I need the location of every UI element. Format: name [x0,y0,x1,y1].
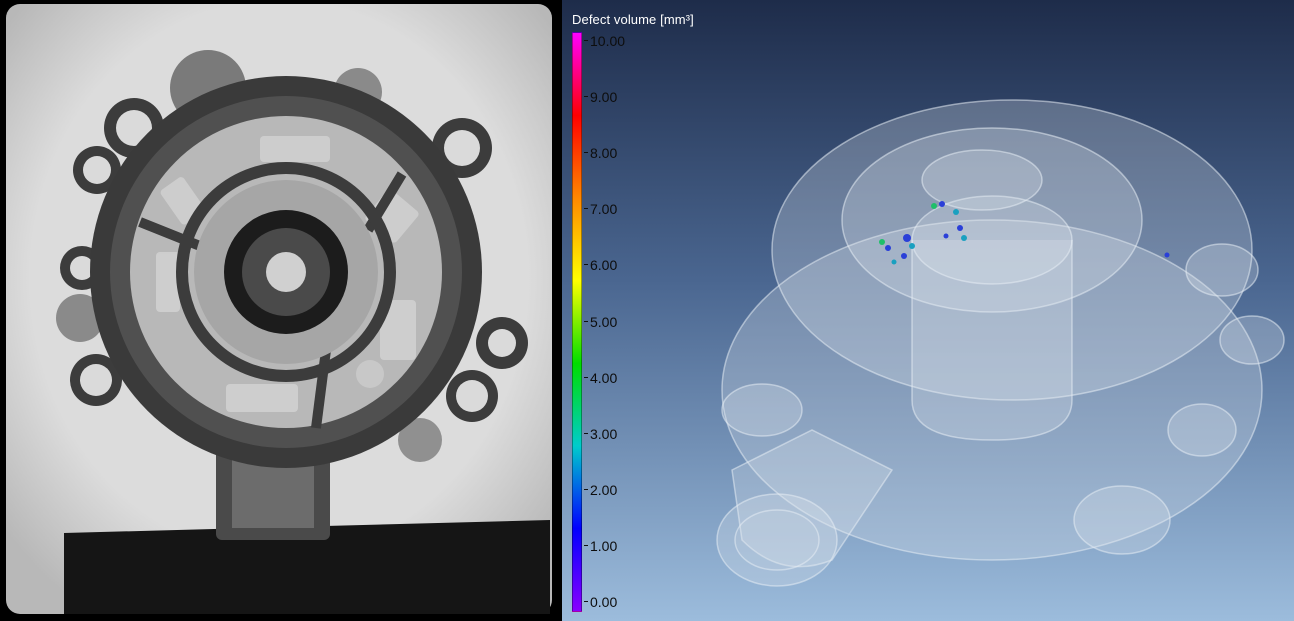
colorbar-tick: 1.00 [584,538,674,554]
colorbar-tick: 4.00 [584,370,674,386]
xray-radiograph [0,0,562,621]
tick-mark [584,488,588,490]
colorbar-tick: 9.00 [584,89,674,105]
colorbar-tick: 7.00 [584,201,674,217]
colorbar-tick: 0.00 [584,594,674,610]
tick-label: 5.00 [590,313,618,330]
xray-image [0,0,562,621]
tick-label: 3.00 [590,425,618,442]
tick-label: 4.00 [590,369,618,386]
tick-label: 1.00 [590,537,618,554]
tick-label: 7.00 [590,201,618,218]
colorbar-title: Defect volume [mm³] [572,12,694,27]
tick-mark [584,320,588,322]
colorbar-tick: 2.00 [584,482,674,498]
tick-label: 8.00 [590,145,618,162]
colorbar-tick: 10.00 [584,33,674,49]
tick-mark [584,264,588,266]
tick-label: 0.00 [590,594,618,610]
tick-mark [584,544,588,546]
tick-mark [584,152,588,154]
colorbar-tick: 6.00 [584,257,674,273]
tick-mark [584,208,588,210]
colorbar [572,32,582,612]
tick-label: 2.00 [590,481,618,498]
tick-mark [584,432,588,434]
tick-mark [584,96,588,98]
tick-mark [584,601,588,602]
tick-label: 10.00 [590,33,626,49]
render-viewport[interactable]: Defect volume [mm³] 10.00 9.00 8.00 7.00 6.0… [562,0,1294,621]
colorbar-tick: 3.00 [584,426,674,442]
colorbar-tick: 5.00 [584,314,674,330]
colorbar-tick: 8.00 [584,145,674,161]
tick-mark [584,376,588,378]
tick-label: 9.00 [590,89,618,106]
tick-label: 6.00 [590,257,618,274]
tick-mark [584,40,588,41]
